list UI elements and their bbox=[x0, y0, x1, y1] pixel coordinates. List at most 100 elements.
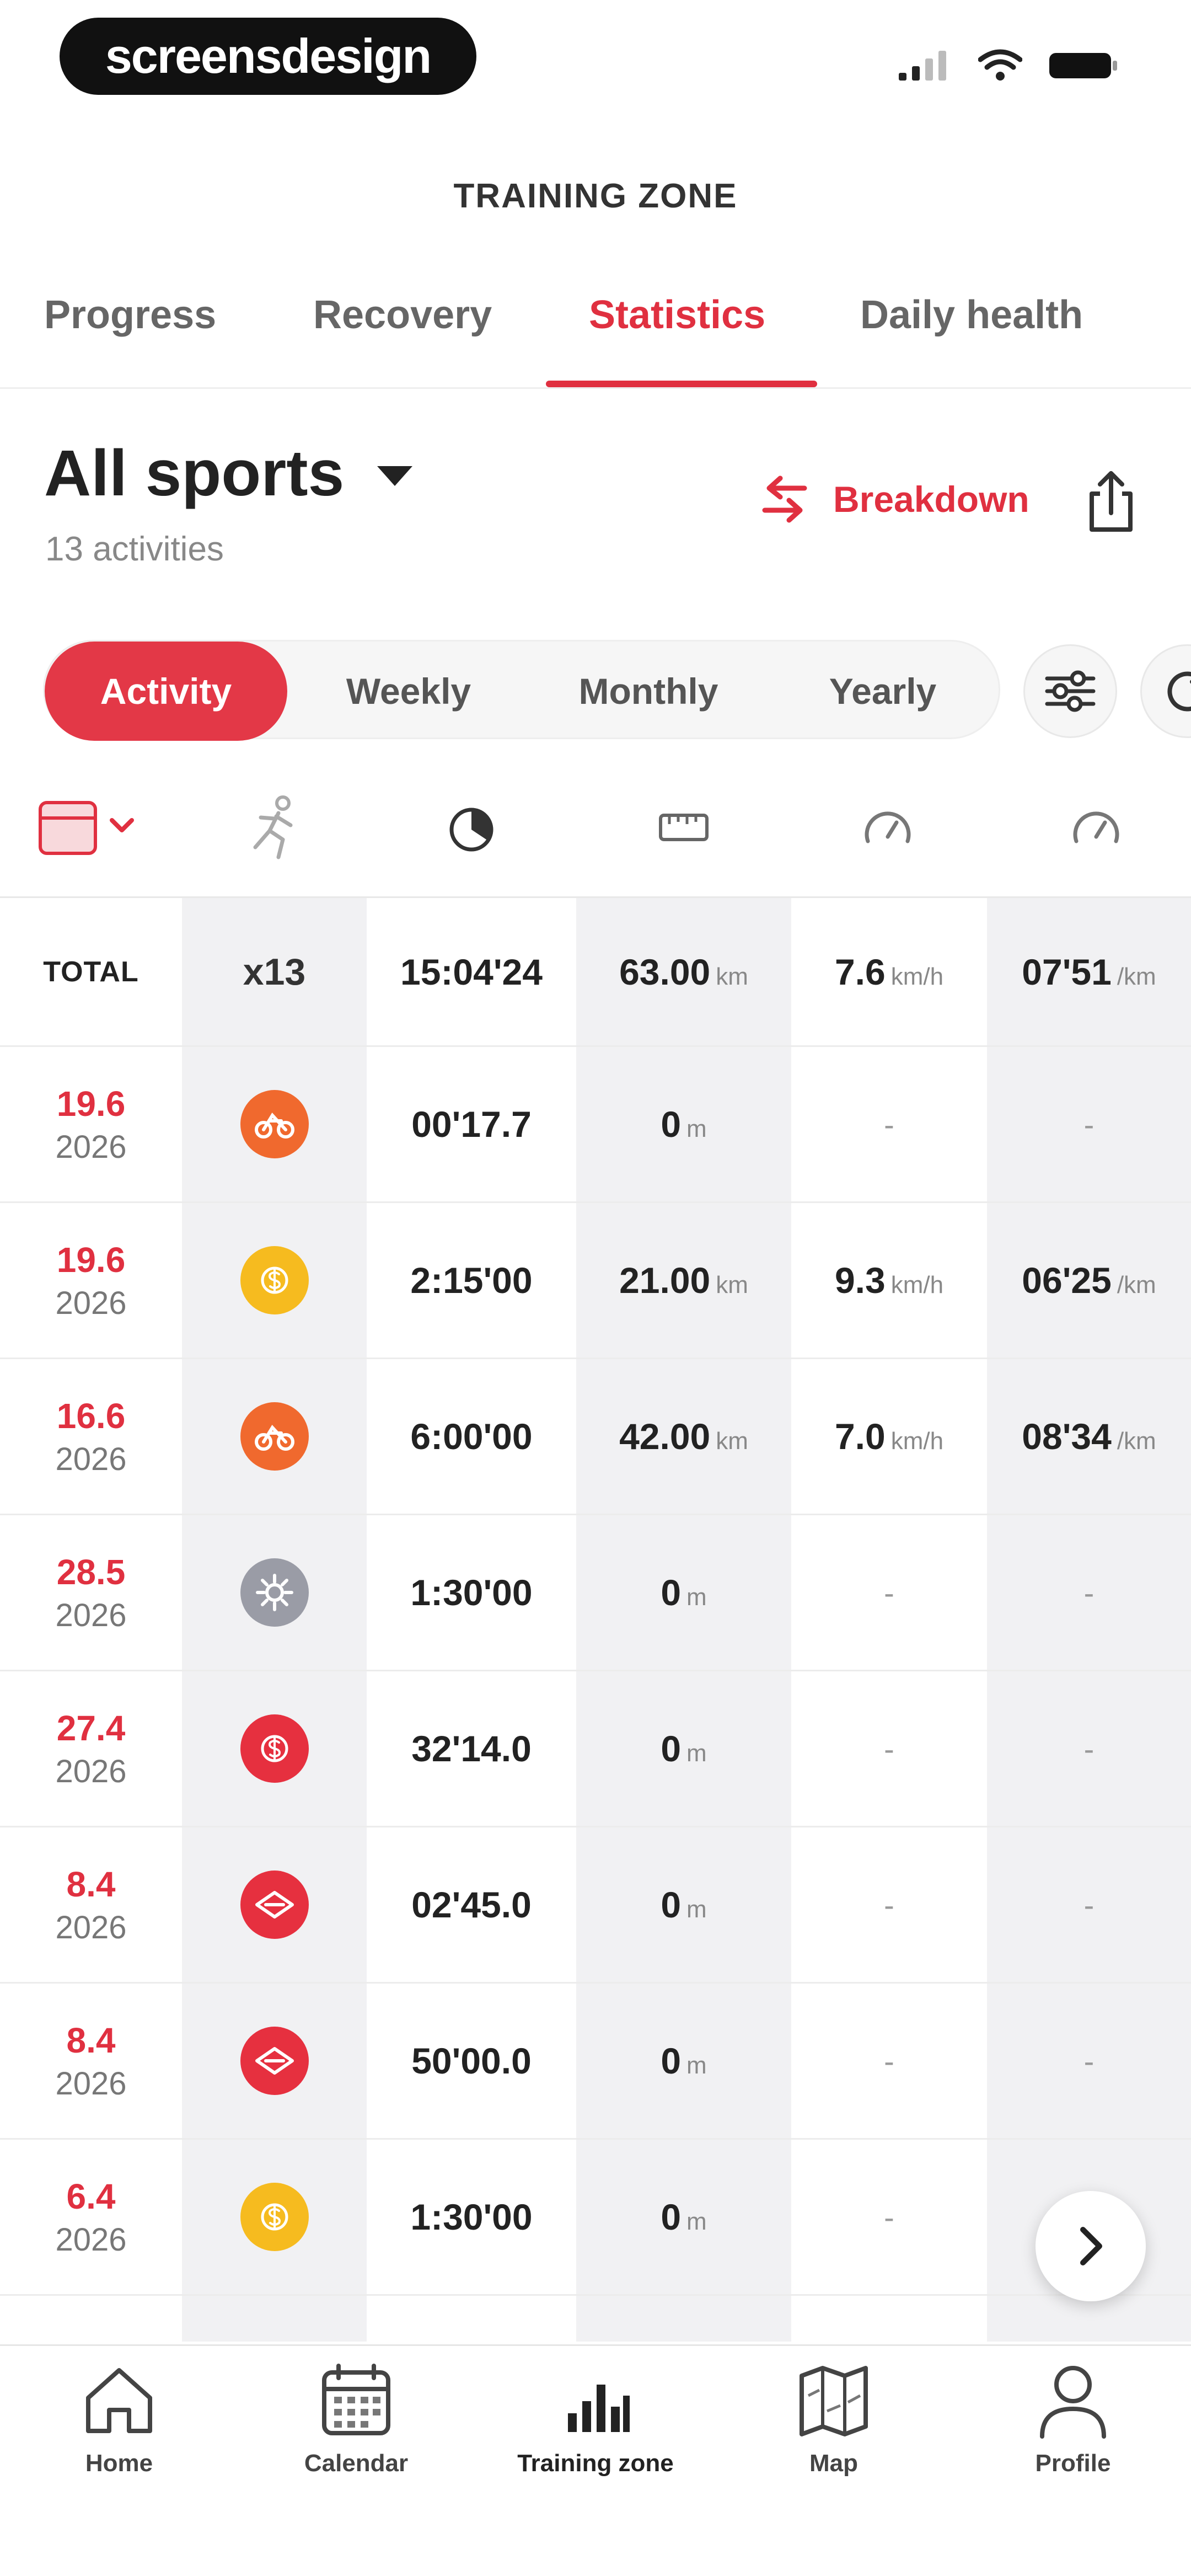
sport-selector-label: All sports bbox=[44, 437, 345, 510]
period-monthly[interactable]: Monthly bbox=[530, 642, 767, 741]
sport-badge bbox=[240, 2183, 309, 2251]
speedometer-icon bbox=[865, 811, 911, 843]
row-pace-cell: - bbox=[987, 1827, 1191, 1982]
nav-map-label: Map bbox=[809, 2450, 858, 2477]
row-distance-unit: m bbox=[686, 1740, 707, 1767]
dollar-coin-icon bbox=[258, 2198, 291, 2236]
status-bar: screensdesign bbox=[0, 0, 1191, 127]
totals-duration: 15:04'24 bbox=[400, 951, 543, 992]
totals-speed-unit: km/h bbox=[890, 963, 944, 990]
row-pace-value: 06'25 bbox=[1022, 1260, 1112, 1301]
table-row[interactable]: 8.4 2026 50'00.0 0 m - - bbox=[0, 1984, 1191, 2140]
nav-profile-label: Profile bbox=[1035, 2450, 1111, 2477]
row-pace: - bbox=[1083, 1575, 1095, 1610]
page-title: TRAINING ZONE bbox=[453, 177, 738, 215]
pace-column-header[interactable] bbox=[1041, 789, 1151, 866]
row-distance-unit: km bbox=[716, 1271, 748, 1298]
totals-speed: 7.6 km/h bbox=[835, 951, 943, 993]
distance-column-header[interactable] bbox=[629, 789, 739, 866]
filter-button[interactable] bbox=[1023, 644, 1117, 738]
runner-icon bbox=[253, 795, 293, 859]
ruler-icon bbox=[659, 814, 709, 841]
speed-column-header[interactable] bbox=[833, 789, 943, 866]
table-row[interactable]: 16.6 2026 6:00'00 42.00 km 7.0 km/h 08'34/km bbox=[0, 1359, 1191, 1515]
tab-recovery[interactable]: Recovery bbox=[313, 292, 492, 338]
row-speed-value: 9.3 bbox=[834, 1260, 886, 1301]
speedometer-icon bbox=[1073, 811, 1119, 843]
scroll-right-button[interactable] bbox=[1036, 2191, 1146, 2301]
row-pace: - bbox=[1083, 2043, 1095, 2078]
row-distance-cell: 42.00 km bbox=[576, 1359, 791, 1514]
nav-profile[interactable]: Profile bbox=[990, 2363, 1156, 2477]
table-row[interactable]: 6.420261:30'000m-- bbox=[0, 2140, 1191, 2296]
dollar-coin-icon bbox=[258, 1261, 291, 1300]
row-pace-cell: - bbox=[987, 1671, 1191, 1826]
period-weekly[interactable]: Weekly bbox=[287, 642, 530, 741]
table-row[interactable]: 19.6 2026 2:15'00 21.00 km 9.3 km/h 06'25/km bbox=[0, 1203, 1191, 1359]
row-duration-cell: 1:30'00 bbox=[367, 1515, 576, 1670]
row-distance-unit: m bbox=[686, 1896, 707, 1923]
row-speed-unit: km/h bbox=[890, 1428, 944, 1455]
row-date-year: 2026 bbox=[55, 1129, 127, 1165]
row-distance: 42.00 km bbox=[619, 1415, 748, 1457]
row-sport-cell bbox=[182, 1984, 367, 2138]
row-pace-cell: - bbox=[987, 1984, 1191, 2138]
sport-column-header[interactable] bbox=[221, 789, 331, 866]
row-date-year: 2026 bbox=[55, 1753, 127, 1789]
totals-cell: TOTAL bbox=[0, 898, 182, 1045]
nav-training-zone[interactable]: Training zone bbox=[513, 2363, 678, 2477]
sport-badge bbox=[240, 1714, 309, 1783]
bike-icon bbox=[253, 1108, 297, 1141]
date-column-selector[interactable] bbox=[22, 789, 154, 866]
row-duration-cell: 50'00.0 bbox=[367, 1984, 576, 2138]
refresh-button[interactable] bbox=[1140, 644, 1191, 738]
sport-badge bbox=[240, 1558, 309, 1627]
breakdown-button[interactable]: Breakdown bbox=[758, 472, 1029, 527]
row-speed: - bbox=[884, 1107, 894, 1142]
row-duration-cell: 32'14.0 bbox=[367, 1671, 576, 1826]
row-distance-value: 0 bbox=[661, 2196, 682, 2237]
row-speed-cell: - bbox=[791, 1515, 987, 1670]
table-row[interactable]: 27.4 2026 32'14.0 0 m - - bbox=[0, 1671, 1191, 1827]
period-activity[interactable]: Activity bbox=[45, 642, 287, 741]
row-duration: 50'00.0 bbox=[411, 2040, 532, 2081]
row-duration: 32'14.0 bbox=[411, 1728, 532, 1769]
row-date-year: 2026 bbox=[55, 1909, 127, 1946]
tab-progress[interactable]: Progress bbox=[44, 292, 216, 338]
tab-daily-health[interactable]: Daily health bbox=[860, 292, 1083, 338]
tab-bar: Progress Recovery Statistics Daily healt… bbox=[0, 276, 1191, 389]
row-distance-unit: m bbox=[686, 1115, 707, 1142]
row-sport-cell bbox=[182, 1671, 367, 1826]
nav-calendar[interactable]: Calendar bbox=[273, 2363, 439, 2477]
nav-home[interactable]: Home bbox=[36, 2363, 202, 2477]
period-segmented-control: Activity Weekly Monthly Yearly bbox=[43, 640, 1000, 741]
table-row[interactable]: 28.5 2026 1:30'00 0 m - - bbox=[0, 1515, 1191, 1671]
row-pace: 06'25/km bbox=[1022, 1259, 1156, 1301]
partial-row bbox=[0, 2294, 1191, 2342]
duration-column-header[interactable] bbox=[416, 789, 527, 866]
row-distance-value: 0 bbox=[661, 1728, 682, 1769]
row-distance-cell: 0m bbox=[576, 1047, 791, 1201]
row-date-year: 2026 bbox=[55, 1285, 127, 1321]
battery-icon bbox=[1049, 53, 1117, 78]
row-distance: 21.00 km bbox=[619, 1259, 748, 1301]
table-row[interactable]: 8.4 2026 02'45.0 0 m - - bbox=[0, 1827, 1191, 1984]
table-row[interactable]: 19.6 2026 00'17.7 0 m - - bbox=[0, 1047, 1191, 1203]
nav-map[interactable]: Map bbox=[751, 2363, 916, 2477]
tab-statistics[interactable]: Statistics bbox=[589, 292, 765, 338]
sport-badge bbox=[240, 1090, 309, 1158]
row-date-day: 8.4 bbox=[66, 1864, 116, 1904]
sport-selector[interactable]: All sports bbox=[44, 436, 413, 511]
totals-cell: 63.00 km bbox=[576, 898, 791, 1045]
row-speed-cell: 9.3 km/h bbox=[791, 1203, 987, 1358]
totals-row: TOTAL x13 15:04'24 63.00 km 7.6 km/h 07'51… bbox=[0, 898, 1191, 1047]
row-duration-cell: 00'17.7 bbox=[367, 1047, 576, 1201]
share-button[interactable] bbox=[1081, 469, 1141, 538]
row-sport-cell bbox=[182, 2140, 367, 2294]
row-duration: 02'45.0 bbox=[411, 1884, 532, 1925]
row-date-cell: 19.6 2026 bbox=[0, 1203, 182, 1358]
row-distance-value: 0 bbox=[661, 1572, 682, 1613]
row-date-day: 8.4 bbox=[66, 2020, 116, 2060]
row-pace-cell: 08'34/km bbox=[987, 1359, 1191, 1514]
period-yearly[interactable]: Yearly bbox=[767, 642, 999, 741]
